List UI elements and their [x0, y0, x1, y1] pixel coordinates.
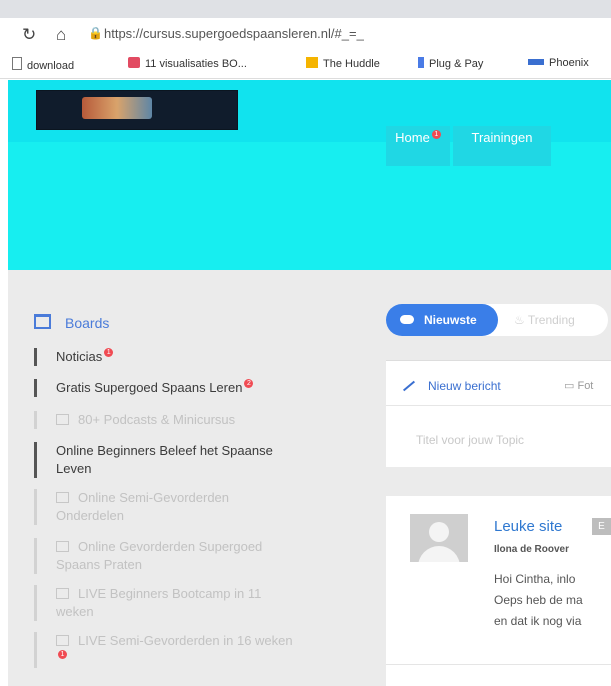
phoenix-icon — [528, 59, 544, 65]
notification-badge: 2 — [244, 379, 254, 388]
topic-excerpt-line: Hoi Cintha, inlo — [494, 572, 576, 586]
divider — [386, 664, 611, 665]
topic-title-input[interactable]: Titel voor jouw Topic — [416, 433, 524, 447]
bookmarks-bar: download 11 visualisaties BO... The Hudd… — [0, 50, 611, 79]
logo-image — [82, 97, 152, 119]
bookmark-item[interactable]: Phoenix — [528, 57, 589, 69]
pencil-icon — [402, 380, 416, 392]
board-item-noticias[interactable]: Noticias 1 — [34, 348, 114, 366]
boards-heading[interactable]: Boards — [34, 314, 109, 331]
notification-badge: 1 — [104, 348, 114, 357]
image-icon: ▭ — [564, 380, 575, 392]
topic-card: Leuke site E Ilona de Roover Hoi Cintha,… — [386, 496, 611, 686]
folder-icon — [306, 57, 318, 68]
board-item-gevorderden[interactable]: Online Gevorderden Supergoed Spaans Prat… — [34, 538, 296, 574]
author-name[interactable]: Ilona de Roover — [494, 544, 569, 555]
avatar[interactable] — [410, 514, 468, 562]
topic-title-link[interactable]: Leuke site — [494, 518, 562, 535]
sort-tabs: Nieuwste ♨ Trending — [386, 304, 608, 336]
lock-icon — [56, 414, 69, 425]
lock-icon — [56, 492, 69, 503]
lock-icon[interactable]: 🔒 — [88, 26, 103, 40]
plug-icon — [418, 57, 424, 68]
boards-sidebar: Boards Noticias 1 Gratis Supergoed Spaans… — [8, 270, 372, 686]
divider — [386, 405, 611, 406]
board-item-online-beginners[interactable]: Online Beginners Beleef het Spaanse Leve… — [34, 442, 286, 478]
page-icon — [12, 57, 22, 70]
chat-icon — [400, 315, 414, 324]
notification-badge: 1 — [431, 130, 441, 139]
topic-excerpt-line: en dat ik nog via — [494, 614, 582, 628]
address-bar-row: ↻ ⌂ 🔒 https://cursus.supergoedspaanslere… — [0, 18, 611, 50]
reload-icon[interactable]: ↻ — [22, 25, 36, 45]
lock-icon — [56, 635, 69, 646]
topics-feed: Nieuwste ♨ Trending Nieuw bericht ▭ Fot … — [372, 270, 611, 686]
bookmark-icon — [128, 57, 140, 68]
bookmark-item[interactable]: The Huddle — [306, 57, 380, 70]
url-input[interactable]: https://cursus.supergoedspaansleren.nl/#… — [104, 26, 364, 41]
home-icon[interactable]: ⌂ — [56, 25, 66, 45]
board-item-semi-gevorderden[interactable]: Online Semi-Gevorderden Onderdelen — [34, 489, 286, 525]
menu-item-home[interactable]: Home 1 — [386, 126, 450, 166]
topic-tag: E — [592, 518, 611, 535]
notification-badge: 1 — [58, 650, 67, 659]
lock-icon — [56, 588, 69, 599]
new-topic-composer: Nieuw bericht ▭ Fot Titel voor jouw Topi… — [386, 360, 611, 467]
board-item-gratis[interactable]: Gratis Supergoed Spaans Leren 2 — [34, 379, 254, 397]
tab-nieuwste[interactable]: Nieuwste — [386, 304, 498, 336]
browser-tab-strip[interactable] — [0, 0, 611, 18]
bookmark-item[interactable]: Plug & Pay — [418, 57, 483, 70]
site-logo[interactable] — [36, 90, 238, 130]
menu-item-trainingen[interactable]: Trainingen — [453, 126, 551, 166]
fire-icon: ♨ — [514, 313, 525, 327]
site-header: Home 1 Trainingen — [8, 80, 611, 270]
user-icon — [429, 522, 449, 542]
lock-icon — [56, 541, 69, 552]
board-item-live-semi[interactable]: LIVE Semi-Gevorderden in 16 weken1 — [34, 632, 296, 668]
bookmark-item[interactable]: 11 visualisaties BO... — [128, 57, 247, 70]
photo-button[interactable]: ▭ Fot — [564, 379, 593, 392]
board-item-live-beginners[interactable]: LIVE Beginners Bootcamp in 11 weken — [34, 585, 296, 621]
topic-excerpt-line: Oeps heb de ma — [494, 593, 583, 607]
boards-icon — [34, 314, 51, 329]
board-item-podcasts[interactable]: 80+ Podcasts & Minicursus — [34, 411, 235, 429]
tab-trending[interactable]: ♨ Trending — [514, 313, 575, 327]
new-post-button[interactable]: Nieuw bericht — [402, 379, 501, 393]
bookmark-item[interactable]: download — [12, 57, 74, 72]
